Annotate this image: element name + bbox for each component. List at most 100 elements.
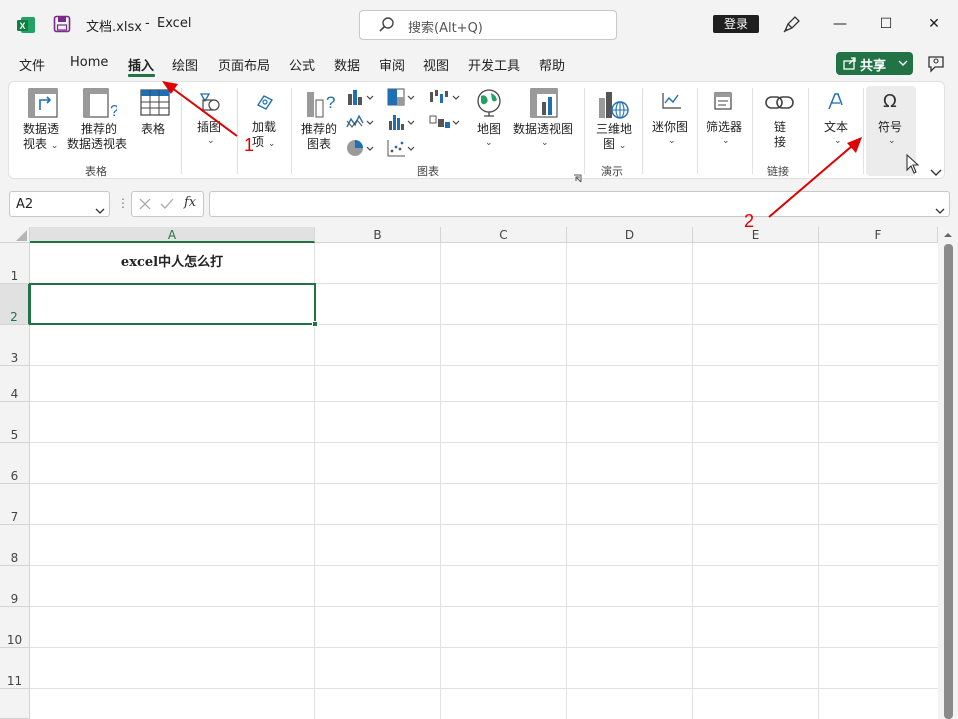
row-header-12[interactable]: [0, 689, 30, 719]
row-header-5[interactable]: 5: [0, 402, 30, 443]
share-button[interactable]: 共享: [836, 52, 913, 75]
share-label: 共享: [860, 59, 887, 74]
gridline: [30, 647, 938, 648]
stock-chart-icon[interactable]: [428, 113, 462, 135]
row-header-11[interactable]: 11: [0, 648, 30, 689]
recommended-charts-icon[interactable]: ?: [305, 88, 339, 124]
gridline: [818, 243, 819, 719]
column-chart-icon[interactable]: [346, 88, 376, 110]
scatter-chart-icon[interactable]: [387, 139, 417, 161]
illustrations-label: 插图: [197, 120, 222, 134]
group-tours-label: 演示: [601, 165, 623, 178]
addins-icon[interactable]: [254, 91, 276, 117]
maps-label: 地图: [477, 122, 502, 136]
tab-home[interactable]: Home: [70, 55, 108, 70]
omega-icon: Ω: [883, 91, 897, 112]
pie-chart-icon[interactable]: [346, 139, 376, 161]
login-button[interactable]: 登录: [713, 15, 759, 33]
row-header-3[interactable]: 3: [0, 325, 30, 366]
tab-file[interactable]: 文件: [19, 55, 45, 74]
chevron-down-icon[interactable]: [95, 200, 105, 219]
app-name: Excel: [157, 16, 192, 31]
tab-view[interactable]: 视图: [423, 55, 449, 74]
column-header-f[interactable]: F: [819, 227, 938, 243]
tab-insert[interactable]: 插入: [128, 55, 154, 74]
row-header-10[interactable]: 10: [0, 607, 30, 648]
pivot-table-label-1: 数据透: [23, 122, 60, 136]
search-box[interactable]: 搜索(Alt+Q): [359, 10, 617, 40]
close-button[interactable]: ✕: [922, 12, 946, 36]
ribbon: 数据透 视表 ⌄ ? 推荐的 数据透视表 表格 表格 插图 ⌄ 加载 项 ⌄ ?…: [8, 81, 945, 183]
scrollbar-thumb[interactable]: [944, 244, 953, 719]
cancel-icon[interactable]: [138, 196, 152, 215]
insert-function-icon[interactable]: fx: [184, 195, 196, 210]
row-header-6[interactable]: 6: [0, 443, 30, 484]
tab-help[interactable]: 帮助: [539, 55, 565, 74]
ribbon-divider: [642, 88, 643, 174]
column-header-b[interactable]: B: [315, 227, 441, 243]
chevron-down-icon: ⌄: [722, 136, 730, 146]
tab-developer[interactable]: 开发工具: [468, 55, 520, 74]
illustrations-icon[interactable]: [199, 91, 221, 117]
line-chart-icon[interactable]: [346, 113, 376, 135]
hierarchy-chart-icon[interactable]: [387, 88, 417, 110]
group-tables-label: 表格: [85, 165, 107, 178]
pivot-table-icon[interactable]: [28, 88, 58, 122]
dialog-launcher-icon[interactable]: [573, 168, 582, 187]
title-separator: -: [145, 16, 150, 31]
tab-data[interactable]: 数据: [334, 55, 360, 74]
3d-map-icon[interactable]: [598, 88, 630, 124]
ribbon-divider: [863, 88, 864, 174]
column-header-d[interactable]: D: [567, 227, 693, 243]
share-icon: [843, 56, 857, 74]
pivot-chart-icon[interactable]: [530, 88, 560, 124]
addins-label-1: 加载: [252, 120, 277, 134]
chevron-down-icon: ⌄: [541, 138, 549, 148]
name-box[interactable]: A2: [9, 191, 110, 217]
expand-formula-icon[interactable]: [935, 200, 945, 219]
row-header-2[interactable]: 2: [0, 284, 30, 325]
row-header-4[interactable]: 4: [0, 366, 30, 402]
tab-review[interactable]: 审阅: [379, 55, 405, 74]
tab-draw[interactable]: 绘图: [172, 55, 198, 74]
row-header-7[interactable]: 7: [0, 484, 30, 525]
link-icon[interactable]: [765, 91, 795, 119]
column-header-e[interactable]: E: [693, 227, 819, 243]
column-header-a[interactable]: A: [30, 227, 315, 243]
table-icon[interactable]: [140, 88, 170, 122]
row-header-8[interactable]: 8: [0, 525, 30, 566]
ribbon-divider: [752, 88, 753, 174]
statistic-chart-icon[interactable]: [387, 113, 417, 135]
formula-input[interactable]: [209, 191, 950, 217]
tab-formulas[interactable]: 公式: [289, 55, 315, 74]
table-label: 表格: [141, 122, 166, 136]
chevron-down-icon: ⌄: [888, 136, 896, 146]
sparklines-icon[interactable]: [661, 91, 683, 115]
gridline: [30, 565, 938, 566]
maps-icon[interactable]: [475, 88, 503, 122]
more-icon: ⋮: [117, 196, 129, 210]
filters-icon[interactable]: [713, 91, 735, 117]
text-icon[interactable]: [825, 91, 847, 117]
cell-a1[interactable]: excel中人怎么打: [30, 243, 314, 283]
save-icon[interactable]: [53, 15, 71, 33]
comments-icon[interactable]: [926, 54, 946, 74]
enter-icon[interactable]: [160, 196, 174, 215]
minimize-button[interactable]: —: [828, 12, 852, 36]
maximize-button[interactable]: ☐: [874, 12, 898, 36]
recommended-charts-label-2: 图表: [307, 137, 332, 151]
waterfall-chart-icon[interactable]: [428, 88, 462, 110]
select-all-corner[interactable]: [0, 227, 30, 243]
mouse-cursor-icon: [906, 153, 920, 178]
fill-handle[interactable]: [312, 321, 318, 327]
gridline: [30, 401, 938, 402]
row-header-1[interactable]: 1: [0, 243, 30, 284]
recommended-pivot-icon[interactable]: ?: [83, 88, 119, 124]
selected-cell-a2[interactable]: [29, 283, 316, 325]
collapse-ribbon-icon[interactable]: [930, 162, 942, 181]
tab-page-layout[interactable]: 页面布局: [218, 55, 270, 74]
pen-icon[interactable]: [781, 13, 803, 35]
column-header-c[interactable]: C: [441, 227, 567, 243]
recommended-pivot-label-2: 数据透视表: [67, 137, 128, 151]
row-header-9[interactable]: 9: [0, 566, 30, 607]
